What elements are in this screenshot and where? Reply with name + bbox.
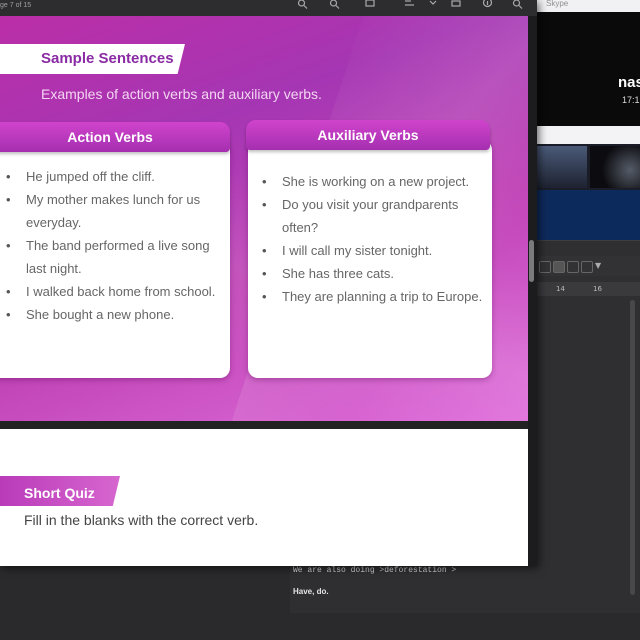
list-item: I walked back home from school. <box>0 280 222 303</box>
slide-subtitle: Examples of action verbs and auxiliary v… <box>41 86 322 102</box>
action-verbs-card: He jumped off the cliff. My mother makes… <box>0 140 230 378</box>
ruler-mark: 16 <box>593 285 602 293</box>
search-icon[interactable] <box>297 0 308 11</box>
call-time: 17:1 <box>622 95 640 105</box>
page-separator <box>0 421 528 429</box>
editor-toolbar: ▼ <box>537 256 640 276</box>
action-verbs-heading: Action Verbs <box>0 122 230 152</box>
ruler: 14 16 <box>537 282 640 296</box>
page-counter: ge 7 of 15 <box>0 2 32 9</box>
list-item: They are planning a trip to Europe. <box>256 285 488 308</box>
list-icon[interactable] <box>539 261 551 273</box>
list-item: She is working on a new project. <box>256 170 488 193</box>
search-icon-2[interactable] <box>512 0 523 11</box>
participant-thumbnail[interactable] <box>590 146 640 188</box>
viewer-toolbar <box>0 0 537 16</box>
skype-window-title: Skype <box>546 0 569 8</box>
chevron-down-icon[interactable]: ▼ <box>595 261 601 270</box>
chevron-down-icon[interactable] <box>428 0 439 11</box>
background-window <box>537 190 640 240</box>
share-icon[interactable] <box>451 0 462 11</box>
caller-name: nas <box>618 74 640 91</box>
menu-icon[interactable] <box>581 261 593 273</box>
info-icon[interactable] <box>482 0 493 11</box>
auxiliary-verbs-card: She is working on a new project. Do you … <box>248 140 492 378</box>
action-verbs-list: He jumped off the cliff. My mother makes… <box>0 165 222 326</box>
video-call-window <box>537 0 640 140</box>
list-item: She has three cats. <box>256 262 488 285</box>
align-icon-2[interactable] <box>567 261 579 273</box>
ruler-mark: 14 <box>556 285 565 293</box>
quiz-title: Short Quiz <box>24 485 95 501</box>
list-item: He jumped off the cliff. <box>0 165 222 188</box>
zoom-icon[interactable] <box>329 0 340 11</box>
list-item: I will call my sister tonight. <box>256 239 488 262</box>
viewer-scrollbar[interactable] <box>529 240 534 282</box>
list-item: The band performed a live song last nigh… <box>0 234 222 280</box>
square-icon[interactable] <box>365 0 376 11</box>
document-line[interactable]: We are also doing >deforestation > <box>293 566 456 575</box>
thumbnail-strip-header <box>537 126 640 144</box>
slide-title: Sample Sentences <box>41 50 174 67</box>
align-icon[interactable] <box>553 261 565 273</box>
list-item: Do you visit your grandparents often? <box>256 193 488 239</box>
editor-scrollbar[interactable] <box>630 300 635 595</box>
list-item: My mother makes lunch for us everyday. <box>0 188 222 234</box>
quiz-instructions: Fill in the blanks with the correct verb… <box>24 512 259 528</box>
pen-icon[interactable] <box>404 0 415 11</box>
document-line[interactable]: Have, do. <box>293 587 329 596</box>
auxiliary-verbs-heading: Auxiliary Verbs <box>246 120 490 150</box>
auxiliary-verbs-list: She is working on a new project. Do you … <box>256 170 488 308</box>
list-item: She bought a new phone. <box>0 303 222 326</box>
participant-thumbnail[interactable] <box>537 146 587 188</box>
